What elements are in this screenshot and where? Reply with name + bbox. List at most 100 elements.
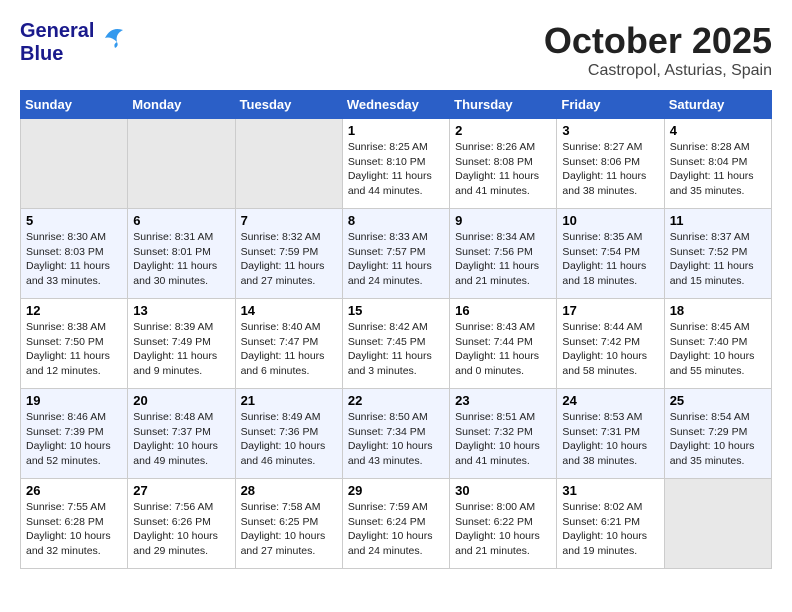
day-cell-4-5: 23Sunrise: 8:51 AMSunset: 7:32 PMDayligh… <box>450 389 557 479</box>
day-number: 20 <box>133 393 229 408</box>
day-number: 18 <box>670 303 766 318</box>
day-cell-1-3 <box>235 119 342 209</box>
day-info: Sunrise: 8:50 AMSunset: 7:34 PMDaylight:… <box>348 410 444 469</box>
day-number: 2 <box>455 123 551 138</box>
day-info: Sunrise: 8:37 AMSunset: 7:52 PMDaylight:… <box>670 230 766 289</box>
day-number: 9 <box>455 213 551 228</box>
header-wednesday: Wednesday <box>342 91 449 119</box>
day-number: 6 <box>133 213 229 228</box>
day-cell-4-7: 25 Sunrise: 8:54 AMSunset: 7:29 PMDayligh… <box>664 389 771 479</box>
calendar-table: SundayMondayTuesdayWednesdayThursdayFrid… <box>20 90 772 569</box>
day-cell-2-3: 7 Sunrise: 8:32 AMSunset: 7:59 PMDaylight… <box>235 209 342 299</box>
day-cell-5-3: 28Sunrise: 7:58 AMSunset: 6:25 PMDayligh… <box>235 479 342 569</box>
day-info: Sunrise: 8:38 AMSunset: 7:50 PMDaylight:… <box>26 320 122 379</box>
week-row-3: 12 Sunrise: 8:38 AMSunset: 7:50 PMDayligh… <box>21 299 772 389</box>
day-info: Sunrise: 8:48 AMSunset: 7:37 PMDaylight:… <box>133 410 229 469</box>
day-info: Sunrise: 8:49 AMSunset: 7:36 PMDaylight:… <box>241 410 337 469</box>
day-number: 30 <box>455 483 551 498</box>
day-cell-2-7: 11 Sunrise: 8:37 AMSunset: 7:52 PMDayligh… <box>664 209 771 299</box>
day-number: 14 <box>241 303 337 318</box>
day-cell-5-1: 26 Sunrise: 7:55 AMSunset: 6:28 PMDayligh… <box>21 479 128 569</box>
day-info: Sunrise: 8:45 AMSunset: 7:40 PMDaylight:… <box>670 320 766 379</box>
day-number: 5 <box>26 213 122 228</box>
day-info: Sunrise: 8:39 AMSunset: 7:49 PMDaylight:… <box>133 320 229 379</box>
day-cell-2-5: 9 Sunrise: 8:34 AMSunset: 7:56 PMDaylight… <box>450 209 557 299</box>
day-info: Sunrise: 8:33 AMSunset: 7:57 PMDaylight:… <box>348 230 444 289</box>
day-info: Sunrise: 8:32 AMSunset: 7:59 PMDaylight:… <box>241 230 337 289</box>
header: General Blue October 2025 Castropol, Ast… <box>20 20 772 80</box>
header-saturday: Saturday <box>664 91 771 119</box>
logo-text-blue: Blue <box>20 43 63 65</box>
day-cell-5-4: 29 Sunrise: 7:59 AMSunset: 6:24 PMDayligh… <box>342 479 449 569</box>
header-friday: Friday <box>557 91 664 119</box>
day-info: Sunrise: 8:28 AMSunset: 8:04 PMDaylight:… <box>670 140 766 199</box>
day-info: Sunrise: 8:34 AMSunset: 7:56 PMDaylight:… <box>455 230 551 289</box>
day-info: Sunrise: 8:42 AMSunset: 7:45 PMDaylight:… <box>348 320 444 379</box>
day-info: Sunrise: 7:55 AMSunset: 6:28 PMDaylight:… <box>26 500 122 559</box>
day-cell-3-1: 12 Sunrise: 8:38 AMSunset: 7:50 PMDayligh… <box>21 299 128 389</box>
day-info: Sunrise: 8:35 AMSunset: 7:54 PMDaylight:… <box>562 230 658 289</box>
day-cell-4-4: 22 Sunrise: 8:50 AMSunset: 7:34 PMDayligh… <box>342 389 449 479</box>
day-cell-1-6: 3Sunrise: 8:27 AMSunset: 8:06 PMDaylight… <box>557 119 664 209</box>
day-cell-3-5: 16Sunrise: 8:43 AMSunset: 7:44 PMDayligh… <box>450 299 557 389</box>
day-info: Sunrise: 7:59 AMSunset: 6:24 PMDaylight:… <box>348 500 444 559</box>
day-number: 1 <box>348 123 444 138</box>
day-cell-3-6: 17 Sunrise: 8:44 AMSunset: 7:42 PMDayligh… <box>557 299 664 389</box>
day-cell-2-2: 6Sunrise: 8:31 AMSunset: 8:01 PMDaylight… <box>128 209 235 299</box>
day-cell-5-7 <box>664 479 771 569</box>
calendar-subtitle: Castropol, Asturias, Spain <box>544 62 772 80</box>
day-number: 25 <box>670 393 766 408</box>
logo-svg: General Blue <box>20 20 125 66</box>
day-number: 12 <box>26 303 122 318</box>
week-row-1: 1 Sunrise: 8:25 AMSunset: 8:10 PMDaylight… <box>21 119 772 209</box>
day-cell-1-1 <box>21 119 128 209</box>
day-info: Sunrise: 8:53 AMSunset: 7:31 PMDaylight:… <box>562 410 658 469</box>
day-number: 16 <box>455 303 551 318</box>
day-number: 29 <box>348 483 444 498</box>
day-number: 17 <box>562 303 658 318</box>
day-cell-2-6: 10 Sunrise: 8:35 AMSunset: 7:54 PMDayligh… <box>557 209 664 299</box>
day-info: Sunrise: 7:56 AMSunset: 6:26 PMDaylight:… <box>133 500 229 559</box>
day-number: 26 <box>26 483 122 498</box>
calendar-title: October 2025 <box>544 20 772 62</box>
day-number: 7 <box>241 213 337 228</box>
day-number: 27 <box>133 483 229 498</box>
day-number: 13 <box>133 303 229 318</box>
day-cell-2-1: 5Sunrise: 8:30 AMSunset: 8:03 PMDaylight… <box>21 209 128 299</box>
day-info: Sunrise: 8:26 AMSunset: 8:08 PMDaylight:… <box>455 140 551 199</box>
header-tuesday: Tuesday <box>235 91 342 119</box>
header-sunday: Sunday <box>21 91 128 119</box>
day-number: 10 <box>562 213 658 228</box>
day-cell-5-5: 30 Sunrise: 8:00 AMSunset: 6:22 PMDayligh… <box>450 479 557 569</box>
day-number: 24 <box>562 393 658 408</box>
day-info: Sunrise: 8:44 AMSunset: 7:42 PMDaylight:… <box>562 320 658 379</box>
day-cell-5-2: 27 Sunrise: 7:56 AMSunset: 6:26 PMDayligh… <box>128 479 235 569</box>
day-number: 11 <box>670 213 766 228</box>
day-info: Sunrise: 7:58 AMSunset: 6:25 PMDaylight:… <box>241 500 337 559</box>
day-cell-2-4: 8Sunrise: 8:33 AMSunset: 7:57 PMDaylight… <box>342 209 449 299</box>
day-number: 15 <box>348 303 444 318</box>
day-cell-5-6: 31Sunrise: 8:02 AMSunset: 6:21 PMDayligh… <box>557 479 664 569</box>
day-number: 23 <box>455 393 551 408</box>
header-monday: Monday <box>128 91 235 119</box>
header-thursday: Thursday <box>450 91 557 119</box>
day-info: Sunrise: 8:46 AMSunset: 7:39 PMDaylight:… <box>26 410 122 469</box>
day-cell-1-7: 4 Sunrise: 8:28 AMSunset: 8:04 PMDaylight… <box>664 119 771 209</box>
week-row-5: 26 Sunrise: 7:55 AMSunset: 6:28 PMDayligh… <box>21 479 772 569</box>
day-cell-3-4: 15 Sunrise: 8:42 AMSunset: 7:45 PMDayligh… <box>342 299 449 389</box>
logo-bird-icon <box>97 24 125 52</box>
day-cell-4-1: 19Sunrise: 8:46 AMSunset: 7:39 PMDayligh… <box>21 389 128 479</box>
day-info: Sunrise: 8:25 AMSunset: 8:10 PMDaylight:… <box>348 140 444 199</box>
day-cell-1-5: 2 Sunrise: 8:26 AMSunset: 8:08 PMDaylight… <box>450 119 557 209</box>
day-info: Sunrise: 8:54 AMSunset: 7:29 PMDaylight:… <box>670 410 766 469</box>
day-number: 22 <box>348 393 444 408</box>
week-row-2: 5Sunrise: 8:30 AMSunset: 8:03 PMDaylight… <box>21 209 772 299</box>
weekday-header-row: SundayMondayTuesdayWednesdayThursdayFrid… <box>21 91 772 119</box>
day-cell-4-2: 20 Sunrise: 8:48 AMSunset: 7:37 PMDayligh… <box>128 389 235 479</box>
logo-text-general: General <box>20 20 94 42</box>
day-info: Sunrise: 8:00 AMSunset: 6:22 PMDaylight:… <box>455 500 551 559</box>
day-cell-3-2: 13 Sunrise: 8:39 AMSunset: 7:49 PMDayligh… <box>128 299 235 389</box>
day-number: 31 <box>562 483 658 498</box>
day-number: 4 <box>670 123 766 138</box>
day-info: Sunrise: 8:40 AMSunset: 7:47 PMDaylight:… <box>241 320 337 379</box>
